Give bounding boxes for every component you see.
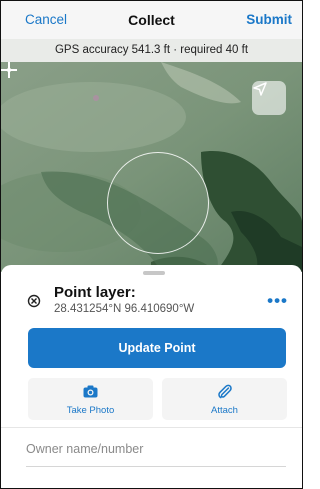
bottom-sheet: Point layer: 28.431254°N 96.410690°W •••… xyxy=(1,265,302,488)
camera-icon xyxy=(83,385,98,398)
locate-button[interactable] xyxy=(252,81,286,115)
coordinates-readout: 28.431254°N 96.410690°W xyxy=(54,303,195,315)
submit-button[interactable]: Submit xyxy=(246,12,292,27)
drag-handle[interactable] xyxy=(143,271,165,275)
paperclip-icon xyxy=(218,384,232,399)
navigation-arrow-icon xyxy=(253,82,267,96)
take-photo-label: Take Photo xyxy=(66,405,115,416)
attach-label: Attach xyxy=(211,405,238,416)
owner-name-field[interactable] xyxy=(26,438,281,460)
clear-icon[interactable] xyxy=(27,294,41,308)
take-photo-button[interactable]: Take Photo xyxy=(28,378,153,420)
top-navbar: Cancel Collect Submit xyxy=(1,1,302,39)
field-underline xyxy=(26,466,286,467)
crosshair-icon xyxy=(1,62,17,78)
layer-title: Point layer: xyxy=(54,284,136,301)
more-options-button[interactable]: ••• xyxy=(267,291,288,311)
gps-accuracy-banner: GPS accuracy 541.3 ft · required 40 ft xyxy=(1,39,302,62)
gps-accuracy-circle xyxy=(107,152,209,254)
collect-screen: Cancel Collect Submit GPS accuracy 541.3… xyxy=(0,0,303,489)
map-view[interactable] xyxy=(1,62,302,272)
attach-button[interactable]: Attach xyxy=(162,378,287,420)
update-point-button[interactable]: Update Point xyxy=(28,328,286,368)
divider xyxy=(1,427,302,428)
